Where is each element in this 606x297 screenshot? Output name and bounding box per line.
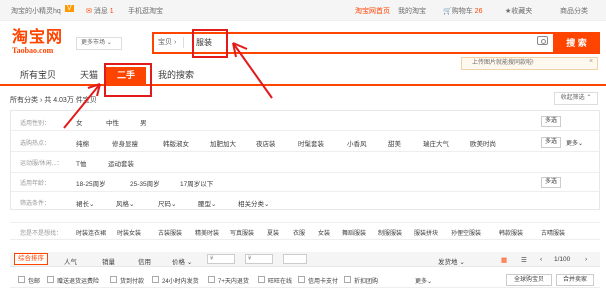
- arrow-line: [232, 42, 273, 99]
- annotation-arrow-overlay: [63, 42, 273, 129]
- annotation-arrow: [232, 42, 273, 99]
- annotation-arrow: [63, 83, 101, 129]
- arrow-line: [63, 83, 101, 129]
